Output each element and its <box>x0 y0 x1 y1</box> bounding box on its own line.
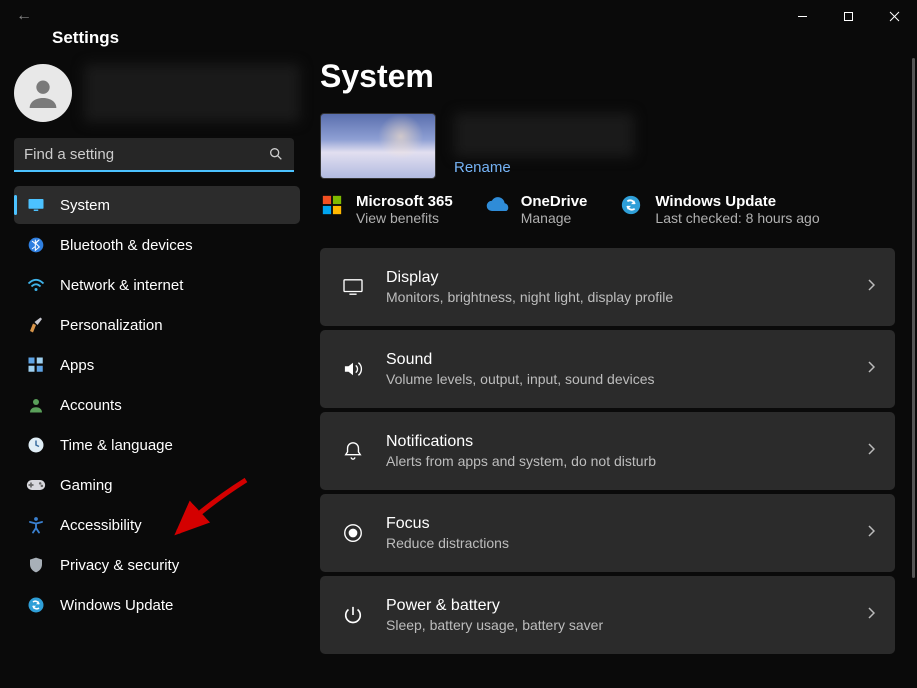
sidebar: System Bluetooth & devices Network & inter… <box>0 48 310 684</box>
shield-icon <box>26 555 46 575</box>
device-name-redacted <box>454 113 634 157</box>
quick-link-onedrive[interactable]: OneDriveManage <box>485 193 588 226</box>
setting-card-focus[interactable]: Focus Reduce distractions <box>320 494 895 572</box>
link-title: Windows Update <box>655 193 819 210</box>
link-sub: Manage <box>521 210 588 226</box>
chevron-right-icon <box>867 606 875 625</box>
display-icon <box>340 278 366 296</box>
sidebar-item-label: Bluetooth & devices <box>60 237 193 254</box>
setting-card-power-battery[interactable]: Power & battery Sleep, battery usage, bat… <box>320 576 895 654</box>
sidebar-item-label: Windows Update <box>60 597 173 614</box>
chevron-right-icon <box>867 442 875 461</box>
onedrive-icon <box>485 193 509 217</box>
card-title: Notifications <box>386 433 847 451</box>
focus-icon <box>340 522 366 544</box>
search-box[interactable] <box>14 138 294 172</box>
quick-link-windows-update[interactable]: Windows UpdateLast checked: 8 hours ago <box>619 193 819 226</box>
gaming-icon <box>26 475 46 495</box>
scrollbar[interactable] <box>912 58 915 678</box>
sidebar-item-bluetooth-devices[interactable]: Bluetooth & devices <box>14 226 300 264</box>
winupdate-icon <box>619 193 643 217</box>
accessibility-icon <box>26 515 46 535</box>
card-sub: Volume levels, output, input, sound devi… <box>386 371 847 387</box>
sidebar-item-accounts[interactable]: Accounts <box>14 386 300 424</box>
card-title: Focus <box>386 515 847 533</box>
sidebar-item-accessibility[interactable]: Accessibility <box>14 506 300 544</box>
sidebar-item-label: Accounts <box>60 397 122 414</box>
sidebar-item-label: Apps <box>60 357 94 374</box>
clock-icon <box>26 435 46 455</box>
avatar[interactable] <box>14 64 72 122</box>
setting-card-sound[interactable]: Sound Volume levels, output, input, sound… <box>320 330 895 408</box>
card-sub: Monitors, brightness, night light, displ… <box>386 289 847 305</box>
link-title: OneDrive <box>521 193 588 210</box>
back-button[interactable]: ← <box>0 7 48 25</box>
search-input[interactable] <box>14 138 294 172</box>
setting-card-display[interactable]: Display Monitors, brightness, night light… <box>320 248 895 326</box>
update-icon <box>26 595 46 615</box>
quick-link-microsoft-[interactable]: Microsoft 365View benefits <box>320 193 453 226</box>
main-content: System Rename Microsoft 365View benefits… <box>310 48 917 684</box>
sidebar-item-label: Time & language <box>60 437 173 454</box>
card-title: Sound <box>386 351 847 369</box>
chevron-right-icon <box>867 524 875 543</box>
monitor-icon <box>26 195 46 215</box>
sidebar-item-personalization[interactable]: Personalization <box>14 306 300 344</box>
sidebar-item-label: Network & internet <box>60 277 183 294</box>
sidebar-item-label: System <box>60 197 110 214</box>
sidebar-item-label: Personalization <box>60 317 163 334</box>
notifications-icon <box>340 440 366 462</box>
sidebar-item-windows-update[interactable]: Windows Update <box>14 586 300 624</box>
link-title: Microsoft 365 <box>356 193 453 210</box>
ms365-icon <box>320 193 344 217</box>
sidebar-item-time-language[interactable]: Time & language <box>14 426 300 464</box>
minimize-button[interactable] <box>779 0 825 32</box>
sidebar-item-privacy-security[interactable]: Privacy & security <box>14 546 300 584</box>
card-sub: Alerts from apps and system, do not dist… <box>386 453 847 469</box>
close-button[interactable] <box>871 0 917 32</box>
wifi-icon <box>26 275 46 295</box>
card-title: Power & battery <box>386 597 847 615</box>
rename-link[interactable]: Rename <box>454 159 634 176</box>
bluetooth-icon <box>26 235 46 255</box>
sound-icon <box>340 360 366 378</box>
sidebar-item-label: Privacy & security <box>60 557 179 574</box>
sidebar-item-network-internet[interactable]: Network & internet <box>14 266 300 304</box>
person-icon <box>26 395 46 415</box>
brush-icon <box>26 315 46 335</box>
chevron-right-icon <box>867 278 875 297</box>
device-thumbnail[interactable] <box>320 113 436 179</box>
sidebar-item-label: Gaming <box>60 477 113 494</box>
sidebar-item-gaming[interactable]: Gaming <box>14 466 300 504</box>
user-name-redacted <box>84 64 300 122</box>
page-title: System <box>320 58 895 95</box>
sidebar-item-system[interactable]: System <box>14 186 300 224</box>
card-sub: Reduce distractions <box>386 535 847 551</box>
link-sub: View benefits <box>356 210 453 226</box>
search-icon <box>268 146 284 167</box>
link-sub: Last checked: 8 hours ago <box>655 210 819 226</box>
maximize-button[interactable] <box>825 0 871 32</box>
sidebar-item-label: Accessibility <box>60 517 142 534</box>
power-icon <box>340 604 366 626</box>
chevron-right-icon <box>867 360 875 379</box>
card-title: Display <box>386 269 847 287</box>
apps-icon <box>26 355 46 375</box>
card-sub: Sleep, battery usage, battery saver <box>386 617 847 633</box>
sidebar-item-apps[interactable]: Apps <box>14 346 300 384</box>
setting-card-notifications[interactable]: Notifications Alerts from apps and system… <box>320 412 895 490</box>
